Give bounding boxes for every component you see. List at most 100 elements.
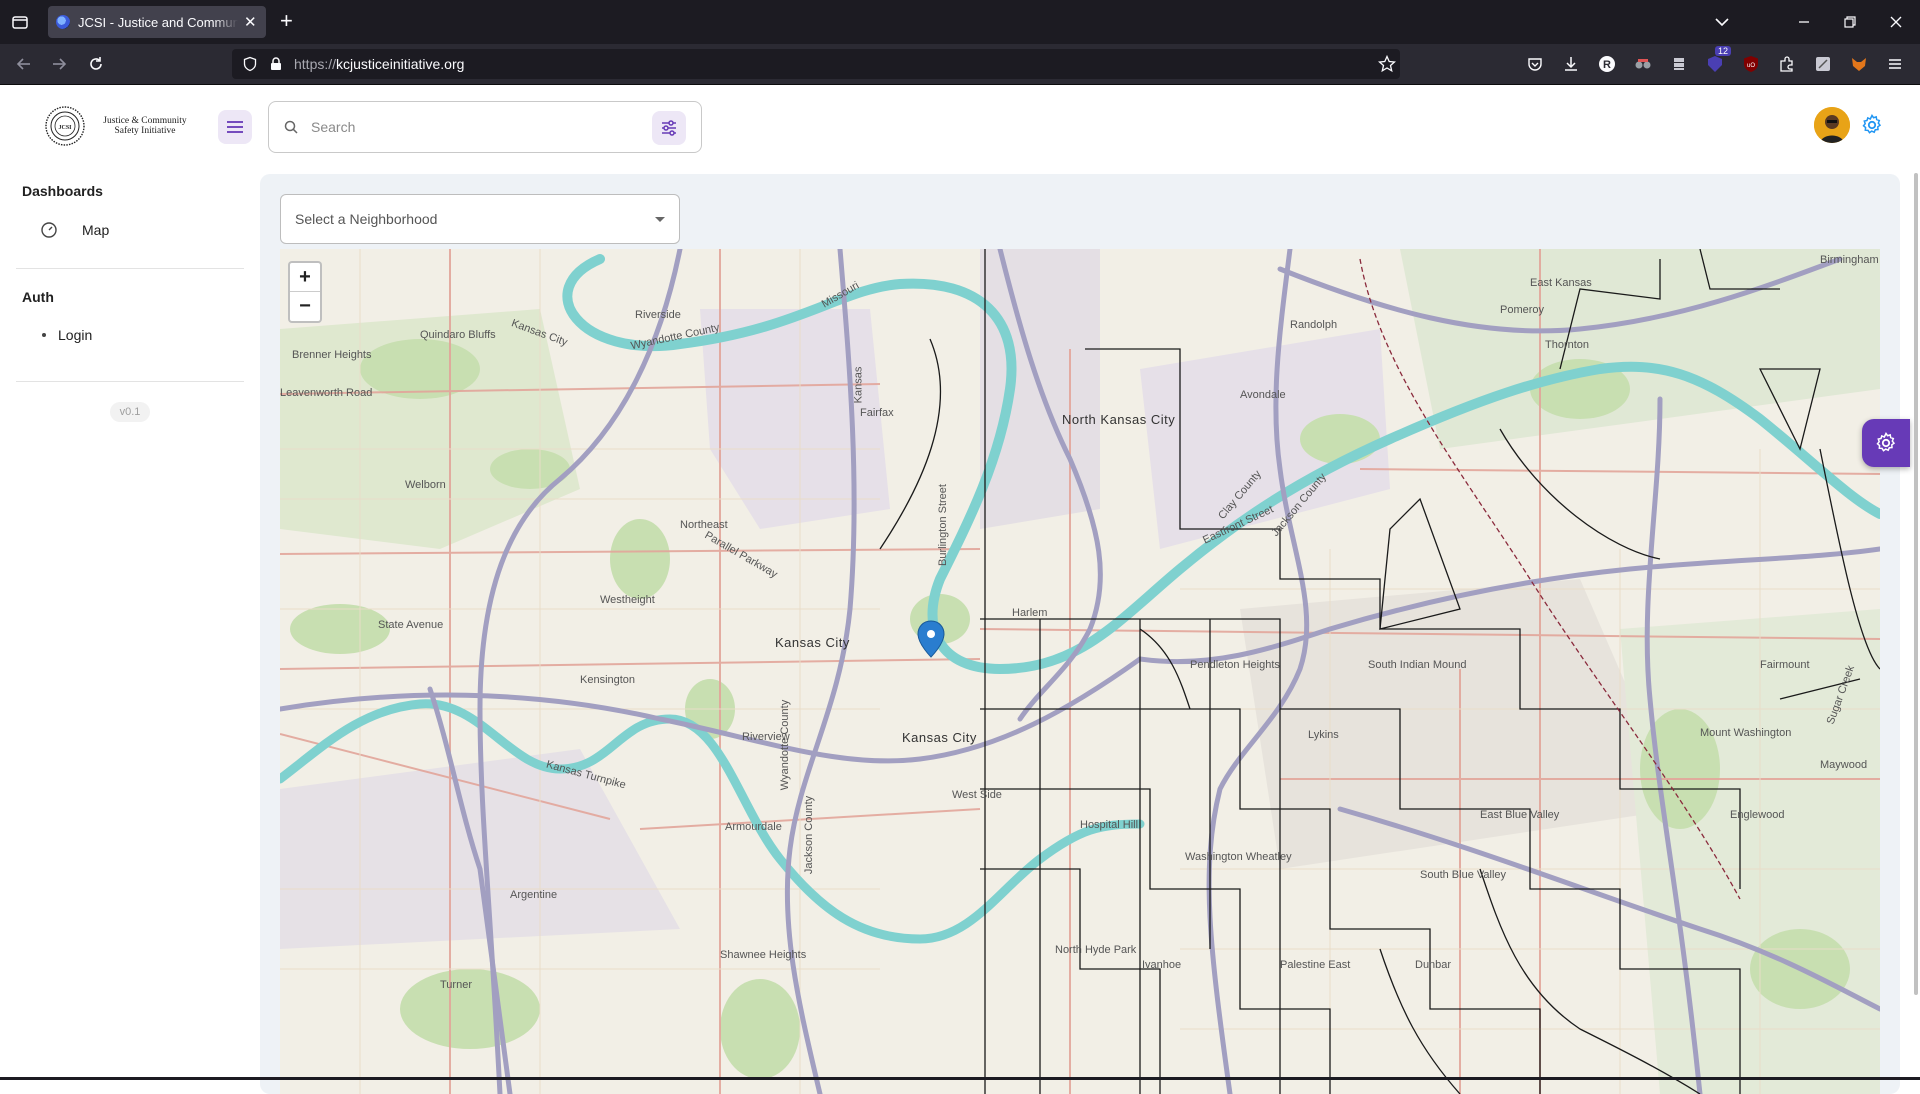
- map-label: Jackson County: [803, 795, 816, 875]
- map-label: Englewood: [1730, 809, 1785, 821]
- stack-extension-icon[interactable]: [1670, 55, 1688, 73]
- settings-gear-icon[interactable]: [1860, 113, 1884, 137]
- map-label: Randolph: [1290, 319, 1338, 331]
- r-extension-icon[interactable]: R: [1598, 55, 1616, 73]
- dropdown-caret-icon: [655, 217, 665, 222]
- neighborhood-select[interactable]: Select a Neighborhood: [280, 194, 680, 244]
- sidebar-toggle-button[interactable]: [218, 110, 252, 144]
- glasses-extension-icon[interactable]: [1634, 55, 1652, 73]
- map-label: Armourdale: [725, 821, 782, 833]
- search-box: [268, 101, 702, 153]
- bullet-icon: [42, 333, 46, 337]
- search-filter-button[interactable]: [652, 111, 686, 145]
- svg-text:uO: uO: [1747, 63, 1755, 69]
- map-label: Northeast: [680, 519, 728, 531]
- fox-extension-icon[interactable]: [1850, 55, 1868, 73]
- map-label: South Indian Mound: [1368, 659, 1467, 671]
- sidebar-item-label: Login: [58, 327, 93, 343]
- tab-overview-icon[interactable]: [10, 12, 30, 32]
- map-label: Welborn: [405, 479, 446, 491]
- close-tab-icon[interactable]: ✕: [244, 13, 257, 31]
- map-label: Birmingham: [1820, 254, 1879, 266]
- map-label: Leavenworth Road: [280, 387, 373, 399]
- sidebar-divider: [16, 381, 244, 382]
- map-label: Harlem: [1012, 607, 1048, 619]
- settings-gear-icon: [1876, 432, 1896, 452]
- sidebar-item-label: Map: [82, 222, 110, 238]
- browser-navigation-bar: https://kcjusticeinitiative.org R 12 uO: [0, 44, 1920, 85]
- ublock-icon[interactable]: uO: [1742, 55, 1760, 73]
- neighborhood-select-value: Select a Neighborhood: [295, 211, 438, 227]
- filter-sliders-icon: [662, 120, 676, 136]
- map-label: Westheight: [600, 594, 655, 606]
- map-label: East Blue Valley: [1480, 809, 1560, 821]
- logo-text: Justice & Community Safety Initiative: [103, 116, 187, 136]
- dashboard-gauge-icon: [41, 222, 57, 238]
- map-label: Dunbar: [1415, 959, 1452, 971]
- badge-extension-icon[interactable]: 12: [1706, 46, 1732, 73]
- map-tiles: [280, 249, 1880, 1094]
- app-page: JCSI Justice & Community Safety Initiati…: [0, 85, 1920, 1094]
- address-bar[interactable]: https://kcjusticeinitiative.org: [232, 49, 1400, 79]
- map-label: Fairfax: [860, 407, 894, 419]
- sidebar-heading-dashboards: Dashboards: [22, 183, 103, 199]
- map-label: Shawnee Heights: [720, 949, 807, 961]
- new-tab-button[interactable]: +: [280, 10, 293, 32]
- pocket-icon[interactable]: [1526, 55, 1544, 73]
- forward-icon[interactable]: [49, 54, 69, 74]
- map-label: Ivanhoe: [1142, 959, 1182, 971]
- shield-icon[interactable]: [242, 56, 258, 72]
- version-chip: v0.1: [110, 402, 150, 422]
- browser-tab-bar: JCSI - Justice and Community Safety Init…: [0, 0, 1920, 44]
- sidebar-item-map[interactable]: Map: [40, 221, 109, 239]
- map-label: Pendleton Heights: [1190, 659, 1280, 671]
- extensions-puzzle-icon[interactable]: [1778, 55, 1796, 73]
- floating-settings-button[interactable]: [1862, 419, 1910, 467]
- map-label: Wyandotte County: [779, 699, 792, 791]
- sidebar-divider: [16, 268, 244, 269]
- map-label: Thornton: [1545, 339, 1590, 351]
- close-window-icon[interactable]: [1886, 12, 1906, 32]
- map-label: Fairmount: [1760, 659, 1810, 671]
- map-label: Maywood: [1820, 759, 1868, 771]
- sidebar-heading-auth: Auth: [22, 289, 54, 305]
- map-label: Kansas: [852, 366, 865, 404]
- main-content: Select a Neighborhood Riverside Wyandott…: [260, 174, 1900, 1094]
- bookmark-star-icon[interactable]: [1378, 55, 1396, 73]
- tab-list-chevron-icon[interactable]: [1712, 12, 1732, 32]
- map-label: Burlington Street: [936, 484, 949, 566]
- zoom-out-button[interactable]: −: [290, 292, 320, 321]
- map-label-kansas-city: Kansas City: [775, 635, 850, 650]
- restore-icon[interactable]: [1840, 12, 1860, 32]
- map-label: Argentine: [510, 889, 558, 901]
- map-label: Hospital Hill: [1080, 819, 1139, 831]
- zoom-in-button[interactable]: +: [290, 263, 320, 292]
- lock-icon[interactable]: [268, 56, 284, 72]
- app-menu-icon[interactable]: [1886, 55, 1904, 73]
- browser-tab[interactable]: JCSI - Justice and Community Safety Init…: [48, 6, 266, 38]
- svg-text:R: R: [1603, 59, 1611, 71]
- map-label: North Hyde Park: [1055, 944, 1137, 956]
- map-label: Washington Wheatley: [1185, 851, 1292, 863]
- tab-title: JCSI - Justice and Community Safety Init…: [78, 14, 238, 30]
- back-icon[interactable]: [14, 54, 34, 74]
- page-scrollbar[interactable]: [1914, 173, 1918, 995]
- map-label-kansas-city-mo: Kansas City: [902, 730, 977, 745]
- map-label: West Side: [952, 789, 1002, 801]
- jcsi-logo[interactable]: JCSI Justice & Community Safety Initiati…: [44, 105, 200, 147]
- map[interactable]: Riverside Wyandotte County Kansas City M…: [280, 249, 1880, 1094]
- sidebar-item-login[interactable]: Login: [40, 327, 92, 343]
- search-input[interactable]: [311, 114, 611, 140]
- map-label: Brenner Heights: [292, 349, 372, 361]
- map-label: Quindaro Bluffs: [420, 329, 496, 341]
- reload-icon[interactable]: [86, 54, 106, 74]
- minimize-icon[interactable]: [1794, 12, 1814, 32]
- map-label: Turner: [440, 979, 472, 991]
- user-avatar[interactable]: [1814, 107, 1850, 143]
- map-label: Palestine East: [1280, 959, 1351, 971]
- map-label: Riverside: [635, 309, 681, 321]
- download-icon[interactable]: [1562, 55, 1580, 73]
- map-label: North Kansas City: [1062, 412, 1176, 427]
- map-label: South Blue Valley: [1420, 869, 1507, 881]
- note-extension-icon[interactable]: [1814, 55, 1832, 73]
